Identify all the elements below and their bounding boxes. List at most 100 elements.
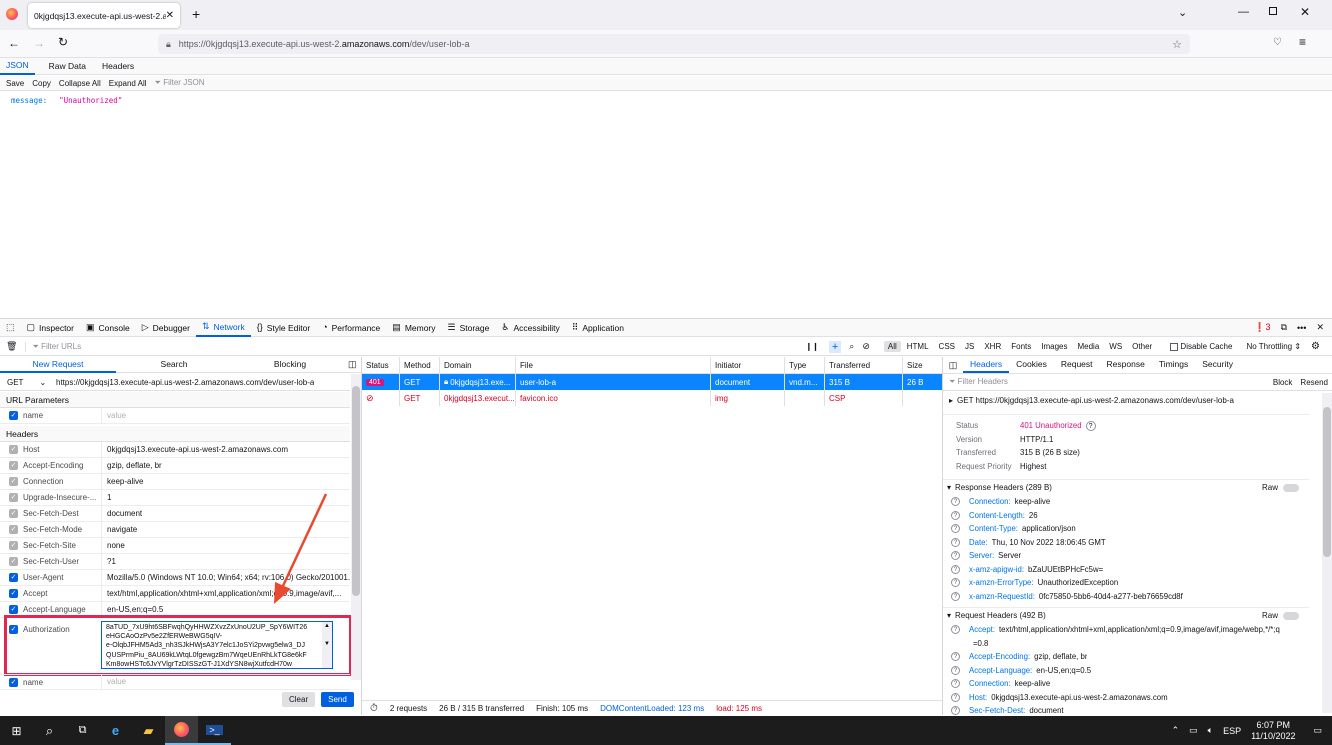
tab-memory[interactable]: ▤ Memory <box>386 319 441 337</box>
column-size[interactable]: Size <box>903 357 942 373</box>
error-count-badge[interactable]: ❗3 <box>1254 322 1270 333</box>
filter-media[interactable]: Media <box>1073 341 1103 352</box>
tab-application[interactable]: ⠿ Application <box>566 319 630 337</box>
method-select[interactable]: GET ⌄ <box>0 378 50 387</box>
tab-blocking[interactable]: Blocking <box>232 357 348 373</box>
tab-response[interactable]: Response <box>1100 357 1152 373</box>
header-name[interactable]: User-Agent <box>23 573 101 582</box>
param-checkbox[interactable]: ✓ <box>9 411 18 420</box>
response-headers-toggle[interactable]: ▾ Response Headers (289 B) Raw <box>943 479 1309 495</box>
filter-fonts[interactable]: Fonts <box>1007 341 1035 352</box>
header-checkbox[interactable]: ✓ <box>9 445 18 454</box>
tab-new-request[interactable]: New Request <box>0 357 116 373</box>
help-icon[interactable]: ? <box>1085 420 1096 431</box>
search-icon[interactable]: ⌕ <box>849 341 854 352</box>
filter-css[interactable]: CSS <box>935 341 959 352</box>
new-header-checkbox[interactable]: ✓ <box>9 677 18 687</box>
close-tab-icon[interactable]: ✕ <box>166 10 174 21</box>
language-indicator[interactable]: ESP <box>1223 726 1241 736</box>
search-icon[interactable]: ⌕ <box>33 716 66 745</box>
tab-accessibility[interactable]: ♿︎ Accessibility <box>495 319 565 337</box>
close-devtools-icon[interactable]: ✕ <box>1316 322 1324 333</box>
header-name[interactable]: Accept <box>23 589 101 598</box>
request-line-toggle[interactable]: ▸ GET https://0kjgdqsj13.execute-api.us-w… <box>943 393 1309 408</box>
header-name[interactable]: Sec-Fetch-Site <box>23 541 101 550</box>
network-tray-icon[interactable]: ▭ <box>1189 725 1198 736</box>
help-icon[interactable]: ? <box>951 652 960 662</box>
column-type[interactable]: Type <box>785 357 825 373</box>
tab-search[interactable]: Search <box>116 357 232 373</box>
close-window-icon[interactable]: ✕ <box>1300 5 1310 19</box>
header-checkbox[interactable]: ✓ <box>9 477 18 486</box>
sidebar-toggle-icon[interactable]: ◫ <box>943 360 963 371</box>
powershell-icon[interactable]: >_ <box>198 716 231 745</box>
filter-images[interactable]: Images <box>1037 341 1071 352</box>
new-header-value-input[interactable]: value <box>101 674 350 690</box>
header-checkbox[interactable]: ✓ <box>9 493 18 502</box>
raw-toggle[interactable] <box>1283 611 1299 620</box>
tab-storage[interactable]: ☰ Storage <box>442 319 496 337</box>
tab-headers[interactable]: Headers <box>96 58 140 75</box>
sidebar-toggle-icon[interactable]: ◫ <box>348 359 362 370</box>
volume-icon[interactable]: 🔈︎ <box>1208 725 1213 736</box>
menu-icon[interactable]: ≡ <box>1299 35 1306 49</box>
header-name[interactable]: Sec-Fetch-Dest <box>23 509 101 518</box>
notifications-icon[interactable]: ▭ <box>1313 725 1322 736</box>
url-bar[interactable]: 🔒︎ https://0kjgdqsj13.execute-api.us-wes… <box>158 34 1190 54</box>
header-value[interactable]: gzip, deflate, br <box>101 457 350 474</box>
more-icon[interactable]: ••• <box>1297 323 1306 333</box>
help-icon[interactable]: ? <box>951 679 960 689</box>
help-icon[interactable]: ? <box>951 578 960 588</box>
tab-performance[interactable]: ◔ Performance <box>316 319 386 337</box>
resend-button[interactable]: Resend <box>1300 378 1328 387</box>
help-icon[interactable]: ? <box>951 524 960 534</box>
new-header-name-input[interactable]: name <box>23 678 101 687</box>
header-name[interactable]: Sec-Fetch-User <box>23 557 101 566</box>
param-value-input[interactable]: value <box>101 407 350 424</box>
collapse-all-button[interactable]: Collapse All <box>59 79 101 88</box>
ie-icon[interactable]: e <box>99 716 132 745</box>
lock-icon[interactable]: 🔒︎ <box>166 39 171 50</box>
column-initiator[interactable]: Initiator <box>711 357 785 373</box>
help-icon[interactable]: ? <box>951 510 960 520</box>
tab-style-editor[interactable]: {} Style Editor <box>251 319 316 337</box>
list-tabs-icon[interactable]: ⌄ <box>1178 6 1187 19</box>
pocket-icon[interactable]: ♡ <box>1273 37 1282 48</box>
request-url-input[interactable]: https://0kjgdqsj13.execute-api.us-west-2… <box>50 378 314 387</box>
help-icon[interactable]: ? <box>951 537 960 547</box>
bookmark-star-icon[interactable]: ☆ <box>1172 38 1182 51</box>
header-name[interactable]: Sec-Fetch-Mode <box>23 525 101 534</box>
header-value[interactable]: 0kjgdqsj13.execute-api.us-west-2.amazona… <box>101 441 350 458</box>
disable-cache-checkbox[interactable]: Disable Cache <box>1170 342 1232 351</box>
details-scrollbar[interactable] <box>1322 393 1332 713</box>
filter-urls-input[interactable]: ⏷ Filter URLs <box>25 341 805 352</box>
header-checkbox[interactable]: ✓ <box>9 605 18 614</box>
header-checkbox[interactable]: ✓ <box>9 589 18 598</box>
tab-network[interactable]: ⇅ Network <box>195 319 251 337</box>
clear-button[interactable]: Clear <box>282 692 316 707</box>
element-picker-icon[interactable]: ⬚ <box>0 319 21 337</box>
minimize-icon[interactable]: — <box>1238 6 1249 18</box>
raw-toggle[interactable] <box>1283 483 1299 492</box>
column-status[interactable]: Status <box>362 357 400 373</box>
column-file[interactable]: File <box>516 357 711 373</box>
header-checkbox[interactable]: ✓ <box>9 509 18 518</box>
header-name[interactable]: Connection <box>23 477 101 486</box>
forward-icon[interactable]: → <box>33 36 45 50</box>
help-icon[interactable]: ? <box>951 591 960 601</box>
help-icon[interactable]: ? <box>951 706 960 716</box>
pause-icon[interactable]: ❙❙ <box>805 342 818 351</box>
filter-xhr[interactable]: XHR <box>980 341 1005 352</box>
filter-json-input[interactable]: ⏷ Filter JSON <box>155 78 205 88</box>
block-icon[interactable]: ⊘ <box>862 341 870 352</box>
header-checkbox[interactable]: ✓ <box>9 541 18 550</box>
header-checkbox[interactable]: ✓ <box>9 557 18 566</box>
header-name[interactable]: Upgrade-Insecure-... <box>23 493 101 502</box>
tab-cookies[interactable]: Cookies <box>1009 357 1054 373</box>
start-icon[interactable]: ⊞ <box>0 716 33 745</box>
table-row[interactable]: ⊘ GET 0kjgdqsj13.execut... favicon.ico i… <box>362 390 942 406</box>
block-button[interactable]: Block <box>1273 378 1293 387</box>
tab-raw-data[interactable]: Raw Data <box>43 58 92 75</box>
tab-security[interactable]: Security <box>1195 357 1240 373</box>
help-icon[interactable]: ? <box>951 692 960 702</box>
